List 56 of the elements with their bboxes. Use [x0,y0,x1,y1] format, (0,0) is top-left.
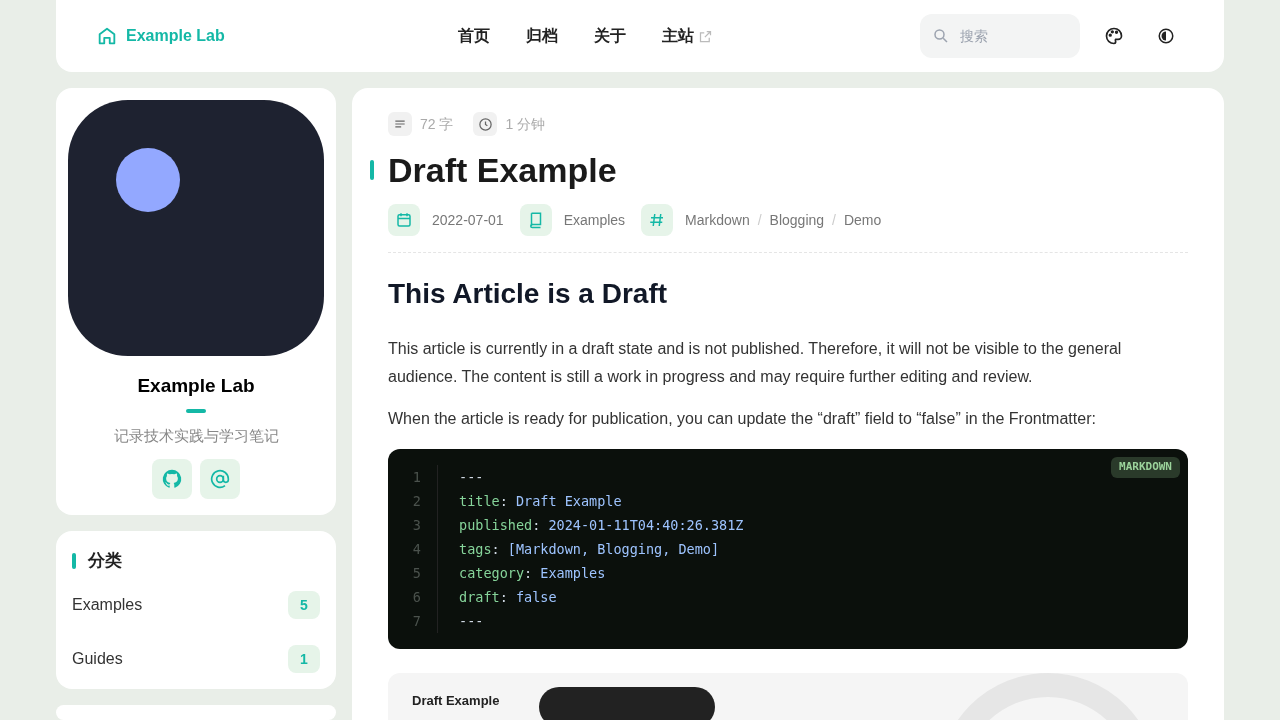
text-lines-icon [388,112,412,136]
tag-link[interactable]: Demo [843,209,882,231]
article-heading: This Article is a Draft [388,277,669,311]
profile-name: Example Lab [137,374,255,398]
at-sign-icon [210,469,230,489]
tag-separator: / [832,210,836,230]
nav-link[interactable]: 首页 [446,16,502,56]
line-number: 3 [412,515,421,535]
accent-bar [370,160,374,180]
line-number: 2 [412,491,421,511]
section-title: 分类 [88,550,122,573]
word-count: 72 字 [420,114,454,134]
count-badge: 5 [288,591,320,619]
post-title: Draft Example [388,150,618,191]
nav-link[interactable]: 归档 [514,16,570,56]
accent-bar [72,553,76,569]
home-icon [96,25,118,47]
tag-separator: / [757,210,762,230]
profile-bio: 记录技术实践与学习笔记 [113,425,279,446]
accent-bar [186,408,206,413]
line-number: 5 [412,563,421,583]
tag-link[interactable]: Blogging [769,209,825,231]
search-field[interactable]: 搜索 [920,14,1080,58]
preview-title: Draft Example [412,694,500,708]
contrast-icon [1157,27,1175,45]
line-number: 1 [412,467,421,487]
code-line: --- [458,467,484,487]
palette-icon [1104,26,1124,46]
code-line: published: 2024-01-11T04:40:26.381Z [458,515,744,535]
hashtag-icon [641,204,674,236]
github-icon [161,468,183,490]
line-number: 7 [412,611,421,631]
reading-time: 1 分钟 [505,114,546,134]
paragraph: This article is currently in a draft state and is not published. Therefore, it will not be visible to the general audience. The content is still a work in progress and may require further editing and review. [388,339,1123,387]
nav-link[interactable]: 关于 [582,16,638,56]
nav-link[interactable]: 主站 [650,16,725,56]
category-link[interactable]: Examples [563,209,626,231]
category-link[interactable]: Examples [72,593,143,617]
code-line: category: Examples [458,563,606,583]
post-date: 2022-07-01 [432,210,504,230]
code-line: title: Draft Example [458,491,622,511]
clock-icon [473,112,498,136]
language-badge: MARKDOWN [1111,457,1180,478]
code-line: --- [458,611,484,631]
paragraph: When the article is ready for publication, you can update the “draft” field to “false” in the Frontmatter: [388,409,1097,429]
external-link-icon [698,28,713,44]
code-line: draft: false [458,587,557,607]
code-line: tags: [Markdown, Blogging, Demo] [458,539,720,559]
book-icon [519,204,552,236]
category-link[interactable]: Guides [72,647,123,671]
line-number: 4 [412,539,421,559]
tag-link[interactable]: Markdown [685,209,750,231]
line-number: 6 [412,587,421,607]
search-icon [932,27,950,45]
count-badge: 1 [288,645,320,673]
calendar-icon [388,204,420,236]
